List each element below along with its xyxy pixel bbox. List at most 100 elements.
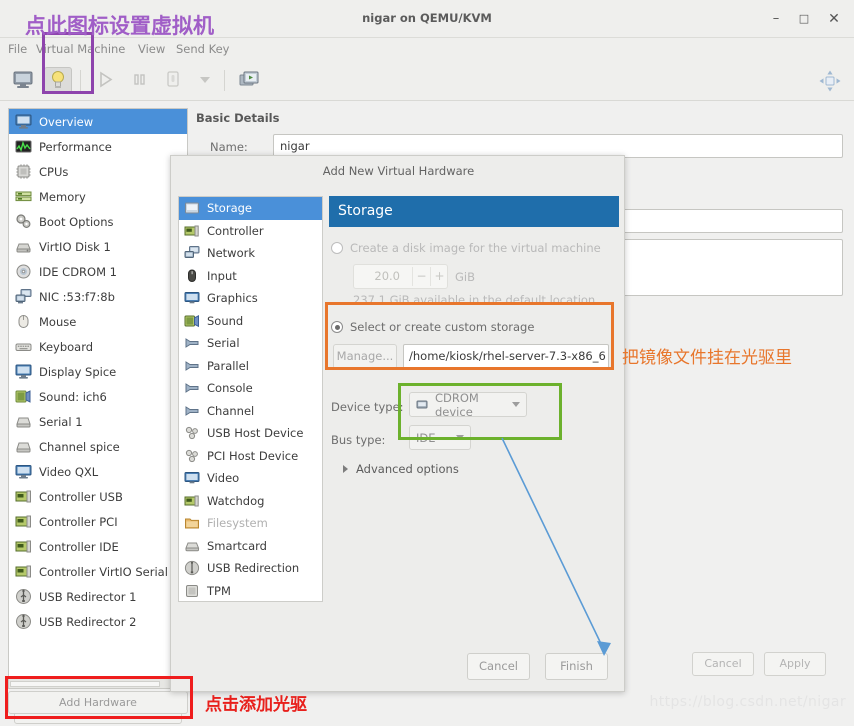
create-disk-image-option[interactable]: Create a disk image for the virtual mach… xyxy=(331,241,601,255)
dialog-item-graphics[interactable]: Graphics xyxy=(179,287,322,310)
console-view-icon xyxy=(13,71,33,88)
dialog-item-filesystem[interactable]: Filesystem xyxy=(179,512,322,535)
sidebar-item-nic[interactable]: NIC :53:f7:8b xyxy=(9,284,187,309)
cpu-icon xyxy=(15,163,32,180)
dialog-item-label: Filesystem xyxy=(207,516,268,531)
sidebar-item-label: Mouse xyxy=(39,314,77,329)
shutdown-icon xyxy=(167,71,179,87)
usb-icon xyxy=(15,613,32,630)
disk-size-spinner[interactable]: 20.0 − + xyxy=(353,264,448,289)
dialog-item-input[interactable]: Input xyxy=(179,265,322,288)
create-disk-label: Create a disk image for the virtual mach… xyxy=(350,241,601,255)
dialog-item-label: Network xyxy=(207,246,256,261)
sidebar-item-virtio-disk-1[interactable]: VirtIO Disk 1 xyxy=(9,234,187,259)
sidebar-item-keyboard[interactable]: Keyboard xyxy=(9,334,187,359)
controller-icon xyxy=(15,538,32,555)
details-apply-button[interactable]: Apply xyxy=(764,652,826,676)
run-icon xyxy=(100,71,113,88)
sidebar-item-boot-options[interactable]: Boot Options xyxy=(9,209,187,234)
close-button[interactable]: ✕ xyxy=(824,10,844,28)
sidebar-item-mouse[interactable]: Mouse xyxy=(9,309,187,334)
advanced-options-expander[interactable]: Advanced options xyxy=(343,462,459,476)
sidebar-item-label: Sound: ich6 xyxy=(39,389,107,404)
run-button[interactable] xyxy=(92,67,120,94)
sidebar-item-label: Memory xyxy=(39,189,86,204)
dialog-item-channel[interactable]: Channel xyxy=(179,400,322,423)
sidebar-item-label: VirtIO Disk 1 xyxy=(39,239,111,254)
dialog-item-sound[interactable]: Sound xyxy=(179,310,322,333)
network-icon xyxy=(15,288,32,305)
dialog-item-smartcard[interactable]: Smartcard xyxy=(179,535,322,558)
menu-file[interactable]: File xyxy=(8,41,27,57)
sidebar-item-controller-pci[interactable]: Controller PCI xyxy=(9,509,187,534)
dialog-item-video[interactable]: Video xyxy=(179,467,322,490)
harddisk-icon xyxy=(15,238,32,255)
fullscreen-move-button[interactable] xyxy=(818,69,842,93)
dialog-item-label: Storage xyxy=(207,201,252,216)
sidebar-item-channel-spice[interactable]: Channel spice xyxy=(9,434,187,459)
dialog-cancel-button[interactable]: Cancel xyxy=(467,653,530,680)
channel-icon xyxy=(15,438,32,455)
dialog-item-label: Input xyxy=(207,268,237,283)
shutdown-dropdown-button[interactable] xyxy=(192,67,220,94)
usb-host-icon xyxy=(184,425,200,441)
sidebar-item-label: Video QXL xyxy=(39,464,99,479)
sidebar-item-usb-redirector-2[interactable]: USB Redirector 2 xyxy=(9,609,187,634)
dialog-item-console[interactable]: Console xyxy=(179,377,322,400)
dialog-item-network[interactable]: Network xyxy=(179,242,322,265)
dialog-item-storage[interactable]: Storage xyxy=(179,197,322,220)
keyboard-icon xyxy=(15,338,32,355)
sidebar-item-sound[interactable]: Sound: ich6 xyxy=(9,384,187,409)
pause-button[interactable] xyxy=(126,67,154,94)
dialog-item-controller[interactable]: Controller xyxy=(179,220,322,243)
sidebar-item-controller-virtio-serial[interactable]: Controller VirtIO Serial xyxy=(9,559,187,584)
display-icon xyxy=(15,363,32,380)
basic-details-title: Basic Details xyxy=(196,111,280,125)
network-icon xyxy=(184,245,200,261)
sidebar-item-performance[interactable]: Performance xyxy=(9,134,187,159)
dialog-item-parallel[interactable]: Parallel xyxy=(179,355,322,378)
sidebar-item-controller-ide[interactable]: Controller IDE xyxy=(9,534,187,559)
maximize-button[interactable]: □ xyxy=(794,10,814,28)
sidebar-item-memory[interactable]: Memory xyxy=(9,184,187,209)
sidebar-item-serial-1[interactable]: Serial 1 xyxy=(9,409,187,434)
dialog-item-tpm[interactable]: TPM xyxy=(179,580,322,602)
menu-send-key[interactable]: Send Key xyxy=(176,41,229,57)
details-cancel-button[interactable]: Cancel xyxy=(692,652,754,676)
sidebar-item-overview[interactable]: Overview xyxy=(9,109,187,134)
device-category-list[interactable]: Storage Controller Network Input Graphic… xyxy=(178,196,323,602)
create-disk-radio[interactable] xyxy=(331,242,343,254)
sidebar-item-display-spice[interactable]: Display Spice xyxy=(9,359,187,384)
app-window: nigar on QEMU/KVM – □ ✕ File Virtual Mac… xyxy=(0,0,854,726)
disk-size-decrement-button[interactable]: − xyxy=(412,267,430,286)
dialog-item-label: USB Redirection xyxy=(207,561,300,576)
smartcard-icon xyxy=(184,538,200,554)
sidebar-item-label: NIC :53:f7:8b xyxy=(39,289,115,304)
disk-size-increment-button[interactable]: + xyxy=(430,267,448,286)
cdrom-icon xyxy=(15,263,32,280)
dialog-item-label: USB Host Device xyxy=(207,426,304,441)
dialog-finish-button[interactable]: Finish xyxy=(545,653,608,680)
sidebar-item-cpus[interactable]: CPUs xyxy=(9,159,187,184)
console-view-button[interactable] xyxy=(10,67,38,94)
sidebar-item-video-qxl[interactable]: Video QXL xyxy=(9,459,187,484)
menu-view[interactable]: View xyxy=(138,41,165,57)
shutdown-button[interactable] xyxy=(160,67,188,94)
dialog-item-usb-host-device[interactable]: USB Host Device xyxy=(179,422,322,445)
sidebar-item-ide-cdrom-1[interactable]: IDE CDROM 1 xyxy=(9,259,187,284)
snapshots-button[interactable] xyxy=(236,67,264,94)
sidebar-item-usb-redirector-1[interactable]: USB Redirector 1 xyxy=(9,584,187,609)
disk-size-value[interactable]: 20.0 xyxy=(354,265,406,288)
disk-size-unit-label: GiB xyxy=(455,270,475,284)
minimize-button[interactable]: – xyxy=(766,10,786,28)
dialog-item-usb-redirection[interactable]: USB Redirection xyxy=(179,557,322,580)
hardware-list[interactable]: Overview Performance CPUs Memory Boot Op… xyxy=(8,108,188,678)
triangle-right-icon xyxy=(343,465,348,473)
sidebar-item-controller-usb[interactable]: Controller USB xyxy=(9,484,187,509)
usb-icon xyxy=(15,588,32,605)
dialog-item-serial[interactable]: Serial xyxy=(179,332,322,355)
dialog-item-label: Watchdog xyxy=(207,493,265,508)
dialog-item-watchdog[interactable]: Watchdog xyxy=(179,490,322,513)
bus-type-label: Bus type: xyxy=(331,433,386,447)
dialog-item-pci-host-device[interactable]: PCI Host Device xyxy=(179,445,322,468)
